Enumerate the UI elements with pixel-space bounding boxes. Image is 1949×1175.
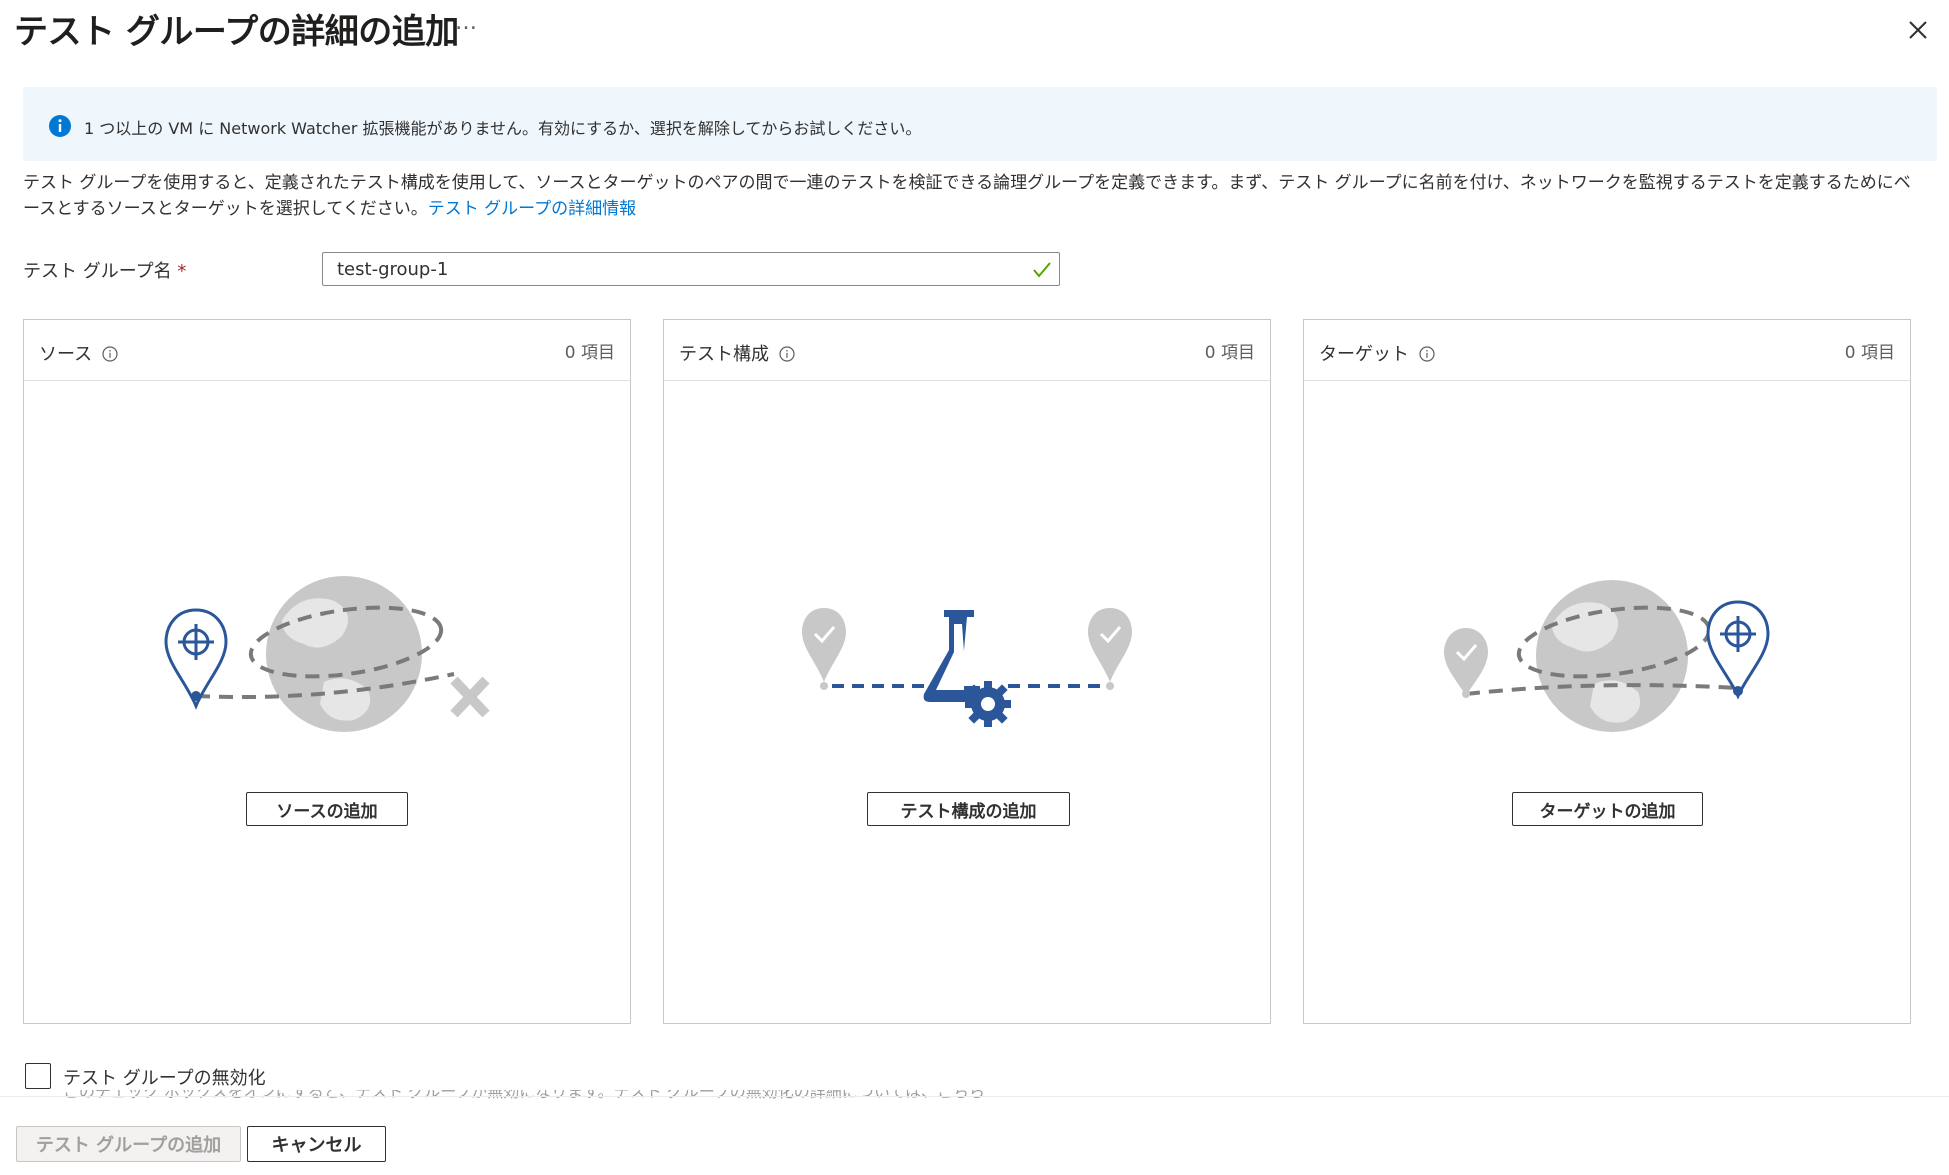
source-panel-title-text: ソース bbox=[39, 344, 93, 365]
test-config-panel-header: テスト構成 0 項目 bbox=[664, 320, 1270, 381]
test-config-panel-title: テスト構成 bbox=[679, 340, 795, 366]
learn-more-link[interactable]: テスト グループの詳細情報 bbox=[428, 199, 636, 219]
info-circle-icon[interactable] bbox=[1419, 346, 1435, 362]
test-config-panel: テスト構成 0 項目 テスト構成の追加 bbox=[663, 319, 1271, 1024]
add-test-group-button[interactable]: テスト グループの追加 bbox=[16, 1126, 241, 1162]
source-panel-header: ソース 0 項目 bbox=[24, 320, 630, 381]
globe-source-icon bbox=[164, 576, 490, 732]
disable-helper-text: このチェック ボックスをオンにすると、テスト グループが無効になります。テスト … bbox=[63, 1090, 983, 1100]
test-config-panel-title-text: テスト構成 bbox=[679, 344, 769, 365]
globe-target-icon bbox=[1444, 580, 1770, 732]
source-panel-title: ソース bbox=[39, 340, 118, 366]
test-config-item-count: 0 項目 bbox=[1204, 343, 1255, 363]
add-test-config-button[interactable]: テスト構成の追加 bbox=[867, 792, 1070, 826]
info-circle-icon[interactable] bbox=[102, 346, 118, 362]
description-text: テスト グループを使用すると、定義されたテスト構成を使用して、ソースとターゲット… bbox=[23, 173, 1911, 219]
page-title: テスト グループの詳細の追加 bbox=[14, 12, 459, 52]
target-panel: ターゲット 0 項目 ターゲットの追加 bbox=[1303, 319, 1911, 1024]
test-group-name-label: テスト グループ名 * bbox=[23, 257, 186, 283]
target-panel-title: ターゲット bbox=[1319, 340, 1435, 366]
close-icon[interactable] bbox=[1898, 10, 1938, 50]
required-marker: * bbox=[177, 261, 187, 282]
target-panel-title-text: ターゲット bbox=[1319, 344, 1409, 365]
target-item-count: 0 項目 bbox=[1844, 343, 1895, 363]
disable-helper-text-clipped: このチェック ボックスをオンにすると、テスト グループが無効になります。テスト … bbox=[63, 1090, 983, 1100]
test-group-name-label-text: テスト グループ名 bbox=[23, 261, 172, 282]
info-icon bbox=[49, 115, 71, 137]
add-target-button[interactable]: ターゲットの追加 bbox=[1512, 792, 1703, 826]
footer-divider bbox=[0, 1096, 1949, 1097]
disable-test-group-label: テスト グループの無効化 bbox=[63, 1068, 266, 1089]
target-panel-header: ターゲット 0 項目 bbox=[1304, 320, 1910, 381]
flask-gear-icon bbox=[802, 608, 1132, 727]
description: テスト グループを使用すると、定義されたテスト構成を使用して、ソースとターゲット… bbox=[23, 170, 1923, 222]
cancel-button[interactable]: キャンセル bbox=[247, 1126, 386, 1162]
source-panel: ソース 0 項目 ソースの追加 bbox=[23, 319, 631, 1024]
test-group-name-input[interactable] bbox=[322, 252, 1060, 286]
source-item-count: 0 項目 bbox=[564, 343, 615, 363]
disable-test-group-checkbox[interactable] bbox=[25, 1063, 51, 1089]
add-source-button[interactable]: ソースの追加 bbox=[246, 792, 408, 826]
checkmark-icon bbox=[1033, 262, 1051, 278]
info-bar-message: 1 つ以上の VM に Network Watcher 拡張機能がありません。有… bbox=[84, 119, 922, 138]
info-circle-icon[interactable] bbox=[779, 346, 795, 362]
more-options-button[interactable]: … bbox=[455, 10, 477, 35]
